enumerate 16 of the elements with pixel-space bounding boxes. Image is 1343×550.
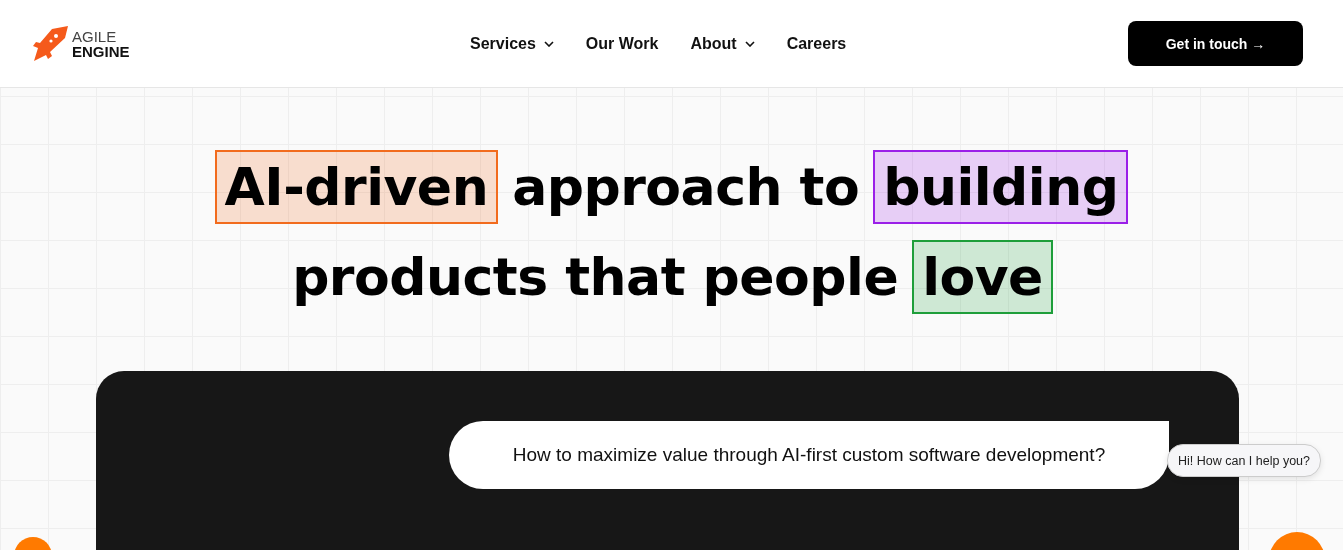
highlighted-word: love [912, 240, 1053, 314]
logo-text[interactable]: AGILE ENGINE [72, 28, 130, 59]
nav-link[interactable]: Careers [786, 34, 847, 53]
rocket-icon [32, 24, 68, 63]
question-bubble: How to maximize value through AI-first custom software development? [449, 421, 1169, 489]
chevron-down-icon [744, 40, 755, 47]
headline-text: products that people [291, 246, 900, 309]
get-in-touch-button[interactable]: Get in touch → [1128, 21, 1303, 66]
headline-text: approach to [511, 156, 861, 219]
chevron-down-icon [543, 40, 554, 47]
highlighted-word: building [873, 150, 1129, 224]
chat-greeting[interactable]: Hi! How can I help you? [1167, 444, 1321, 477]
nav-link[interactable]: Our Work [585, 34, 659, 53]
highlighted-word: AI-driven [214, 150, 499, 224]
nav-link[interactable]: About [690, 34, 755, 53]
nav-link[interactable]: Services [470, 34, 554, 53]
